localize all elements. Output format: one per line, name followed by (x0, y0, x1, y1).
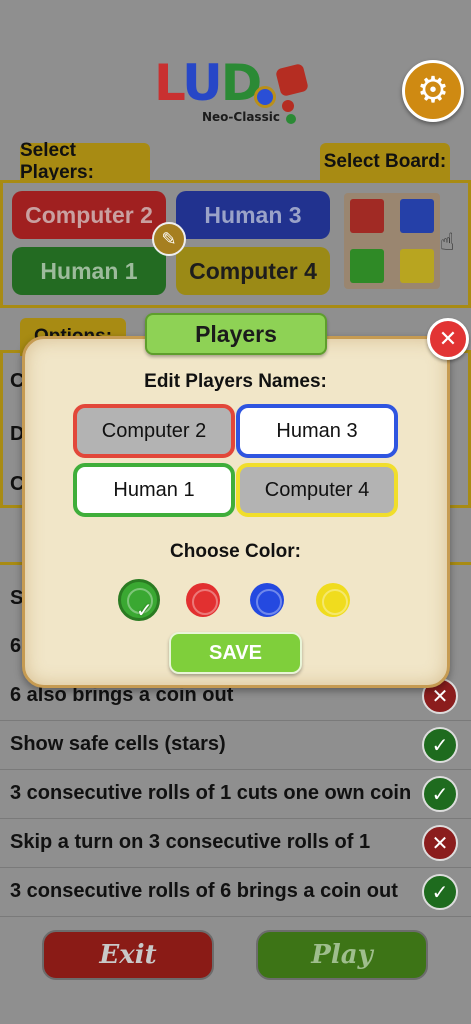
logo-dot (282, 100, 294, 112)
close-button[interactable]: ✕ (427, 318, 469, 360)
logo-letter: L (154, 54, 184, 112)
logo-letter: U (182, 54, 223, 112)
rule-row: 3 consecutive rolls of 1 cuts one own co… (0, 770, 471, 819)
player-button-computer-4[interactable]: Computer 4 (176, 247, 330, 295)
player-button-human-3[interactable]: Human 3 (176, 191, 330, 239)
settings-button[interactable]: ⚙ (402, 60, 464, 122)
player-name-field-human-3[interactable]: Human 3 (236, 404, 398, 458)
close-icon: ✕ (438, 326, 458, 352)
dialog-title: Players (145, 313, 327, 355)
board-red-home (350, 199, 384, 233)
pencil-icon: ✎ (161, 228, 177, 250)
color-option-red[interactable] (186, 583, 220, 617)
player-name-field-computer-4[interactable]: Computer 4 (236, 463, 398, 517)
check-icon: ✓ (431, 733, 449, 757)
board-green-home (350, 249, 384, 283)
logo-dot (254, 86, 276, 108)
rule-text: Show safe cells (stars) (10, 733, 226, 755)
color-option-yellow[interactable] (316, 583, 350, 617)
rule-text: 3 consecutive rolls of 6 brings a coin o… (10, 880, 398, 902)
edit-names-heading: Edit Players Names: (144, 371, 327, 392)
hand-pointer-icon: ☝ (440, 228, 455, 256)
app-logo: LUD Neo-Classic (150, 52, 320, 130)
rule-text: 3 consecutive rolls of 1 cuts one own co… (10, 782, 412, 804)
board-blue-home (400, 199, 434, 233)
logo-subtitle: Neo-Classic (202, 110, 280, 124)
player-button-human-1[interactable]: Human 1 (12, 247, 166, 295)
select-players-label: Select Players: (20, 140, 150, 183)
edit-players-button[interactable]: ✎ (152, 222, 186, 256)
rule-row-initial: 6 (10, 635, 22, 657)
check-icon: ✓ (431, 880, 449, 904)
player-name-field-computer-2[interactable]: Computer 2 (73, 404, 235, 458)
color-option-blue[interactable] (250, 583, 284, 617)
dice-icon (275, 63, 309, 97)
check-icon: ✓ (431, 782, 449, 806)
rule-row: 3 consecutive rolls of 6 brings a coin o… (0, 868, 471, 917)
rule-text: Skip a turn on 3 consecutive rolls of 1 (10, 831, 371, 853)
choose-color-heading: Choose Color: (170, 541, 301, 562)
rule-row: Skip a turn on 3 consecutive rolls of 1 … (0, 819, 471, 868)
select-board-label: Select Board: (320, 143, 450, 181)
rule-toggle[interactable]: ✓ (422, 874, 458, 910)
play-button[interactable]: Play (256, 930, 428, 980)
rule-toggle[interactable]: ✓ (422, 776, 458, 812)
rule-row: Show safe cells (stars) ✓ (0, 721, 471, 770)
rule-toggle[interactable]: ✓ (422, 727, 458, 763)
player-name-field-human-1[interactable]: Human 1 (73, 463, 235, 517)
save-button[interactable]: SAVE (169, 632, 302, 674)
cross-icon: ✕ (431, 831, 449, 855)
board-thumbnail[interactable] (344, 193, 440, 289)
rule-toggle[interactable]: ✕ (422, 825, 458, 861)
logo-dot (286, 114, 296, 124)
logo-letter: D (220, 54, 262, 112)
cross-icon: ✕ (431, 684, 449, 708)
gear-icon: ⚙ (416, 70, 450, 111)
player-button-computer-2[interactable]: Computer 2 (12, 191, 166, 239)
check-icon: ✓ (136, 598, 153, 622)
exit-button[interactable]: Exit (42, 930, 214, 980)
board-yellow-home (400, 249, 434, 283)
